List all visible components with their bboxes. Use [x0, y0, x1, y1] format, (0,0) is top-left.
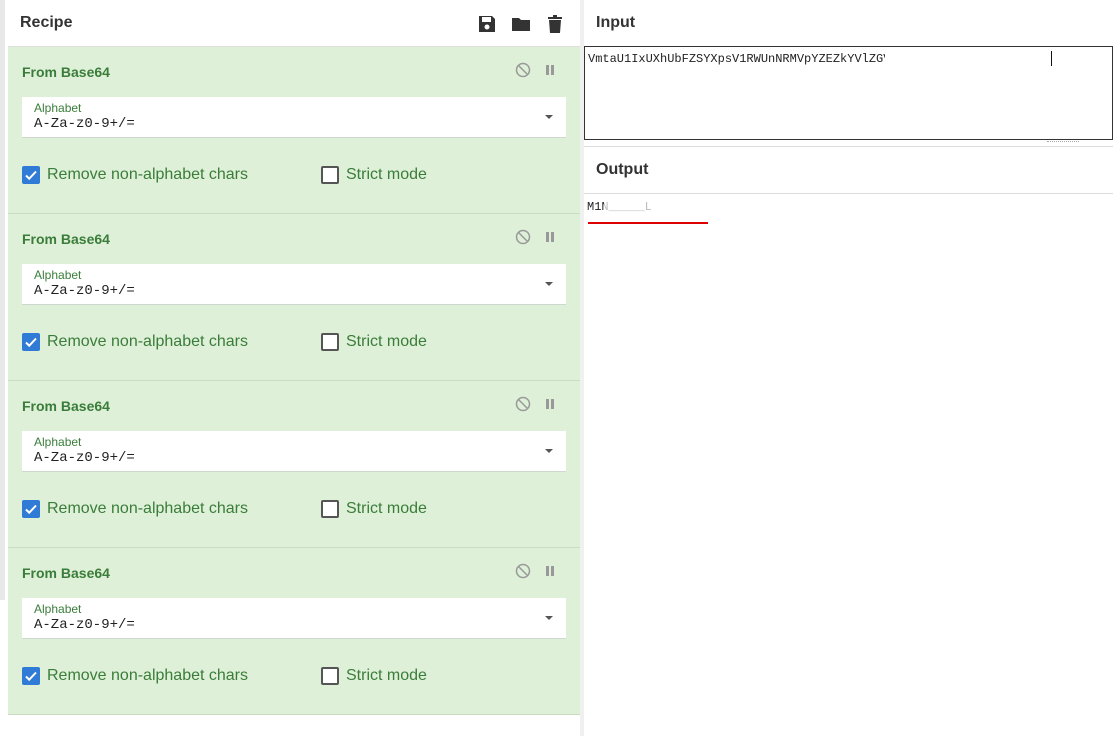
- checkbox-icon[interactable]: [22, 500, 40, 518]
- chevron-down-icon[interactable]: [542, 277, 556, 291]
- text-caret: [1051, 51, 1052, 66]
- alphabet-value: A-Za-z0-9+/=: [34, 450, 135, 466]
- alphabet-value: A-Za-z0-9+/=: [34, 116, 135, 132]
- save-icon[interactable]: [476, 13, 498, 35]
- operation-card: From Base64 Alphabet A-Za-z0-9+/= Remove…: [8, 548, 580, 715]
- alphabet-label: Alphabet: [34, 101, 82, 115]
- alphabet-select[interactable]: Alphabet A-Za-z0-9+/=: [22, 431, 566, 472]
- alphabet-select[interactable]: Alphabet A-Za-z0-9+/=: [22, 264, 566, 305]
- pause-icon[interactable]: [542, 396, 558, 412]
- remove-non-alphabet-label: Remove non-alphabet chars: [47, 667, 249, 684]
- chevron-down-icon[interactable]: [542, 611, 556, 625]
- checkbox-icon[interactable]: [321, 333, 339, 351]
- output-section: Output M1N_____L: [584, 146, 1113, 737]
- checkbox-icon[interactable]: [321, 500, 339, 518]
- strict-mode-checkbox[interactable]: Strict mode: [321, 500, 427, 518]
- disable-icon[interactable]: [515, 563, 531, 579]
- alphabet-label: Alphabet: [34, 602, 82, 616]
- operations-list: From Base64 Alphabet A-Za-z0-9+/= Remove…: [8, 47, 580, 715]
- checkbox-icon[interactable]: [22, 333, 40, 351]
- recipe-header: Recipe: [8, 0, 580, 47]
- redaction: [885, 51, 955, 67]
- operation-title: From Base64: [22, 231, 110, 247]
- recipe-panel: Recipe From Base64 Alphabet A-Za-z0-9+/=: [8, 0, 580, 736]
- strict-mode-checkbox[interactable]: Strict mode: [321, 667, 427, 685]
- remove-non-alphabet-label: Remove non-alphabet chars: [47, 500, 249, 517]
- operation-card: From Base64 Alphabet A-Za-z0-9+/= Remove…: [8, 381, 580, 548]
- remove-non-alphabet-checkbox[interactable]: Remove non-alphabet chars: [22, 500, 248, 518]
- folder-icon[interactable]: [510, 13, 532, 35]
- checkbox-icon[interactable]: [22, 166, 40, 184]
- operation-title: From Base64: [22, 64, 110, 80]
- io-panel: Input VmtaU1IxUXhUbFZSYXpsV1RWUnNRMVpYZE…: [584, 0, 1113, 736]
- operation-card: From Base64 Alphabet A-Za-z0-9+/= Remove…: [8, 214, 580, 381]
- pause-icon[interactable]: [542, 563, 558, 579]
- alphabet-value: A-Za-z0-9+/=: [34, 617, 135, 633]
- remove-non-alphabet-label: Remove non-alphabet chars: [47, 333, 249, 350]
- alphabet-value: A-Za-z0-9+/=: [34, 283, 135, 299]
- output-redaction: [604, 198, 696, 214]
- strict-mode-label: Strict mode: [346, 667, 427, 684]
- left-edge: [0, 0, 8, 736]
- left-edge-strip: [0, 0, 5, 600]
- strict-mode-label: Strict mode: [346, 333, 427, 350]
- disable-icon[interactable]: [515, 62, 531, 78]
- operation-card: From Base64 Alphabet A-Za-z0-9+/= Remove…: [8, 47, 580, 214]
- alphabet-select[interactable]: Alphabet A-Za-z0-9+/=: [22, 97, 566, 138]
- strict-mode-checkbox[interactable]: Strict mode: [321, 333, 427, 351]
- chevron-down-icon[interactable]: [542, 110, 556, 124]
- output-header: Output: [584, 147, 1113, 194]
- alphabet-select[interactable]: Alphabet A-Za-z0-9+/=: [22, 598, 566, 639]
- pause-icon[interactable]: [542, 62, 558, 78]
- input-textarea[interactable]: VmtaU1IxUXhUbFZSYXpsV1RWUnNRMVpYZEZkYVlZ…: [584, 46, 1113, 140]
- remove-non-alphabet-checkbox[interactable]: Remove non-alphabet chars: [22, 166, 248, 184]
- trash-icon[interactable]: [544, 13, 566, 35]
- disable-icon[interactable]: [515, 229, 531, 245]
- checkbox-icon[interactable]: [321, 667, 339, 685]
- red-underline: [588, 222, 708, 224]
- disable-icon[interactable]: [515, 396, 531, 412]
- pause-icon[interactable]: [542, 229, 558, 245]
- checkbox-icon[interactable]: [22, 667, 40, 685]
- resize-grip[interactable]: [1047, 141, 1079, 145]
- recipe-title: Recipe: [20, 14, 73, 31]
- alphabet-label: Alphabet: [34, 435, 82, 449]
- checkbox-icon[interactable]: [321, 166, 339, 184]
- recipe-toolbar: [476, 13, 566, 35]
- remove-non-alphabet-checkbox[interactable]: Remove non-alphabet chars: [22, 667, 248, 685]
- chevron-down-icon[interactable]: [542, 444, 556, 458]
- strict-mode-label: Strict mode: [346, 500, 427, 517]
- remove-non-alphabet-checkbox[interactable]: Remove non-alphabet chars: [22, 333, 248, 351]
- input-header: Input: [584, 0, 1113, 46]
- operation-title: From Base64: [22, 398, 110, 414]
- operation-title: From Base64: [22, 565, 110, 581]
- strict-mode-label: Strict mode: [346, 166, 427, 183]
- strict-mode-checkbox[interactable]: Strict mode: [321, 166, 427, 184]
- remove-non-alphabet-label: Remove non-alphabet chars: [47, 166, 249, 183]
- alphabet-label: Alphabet: [34, 268, 82, 282]
